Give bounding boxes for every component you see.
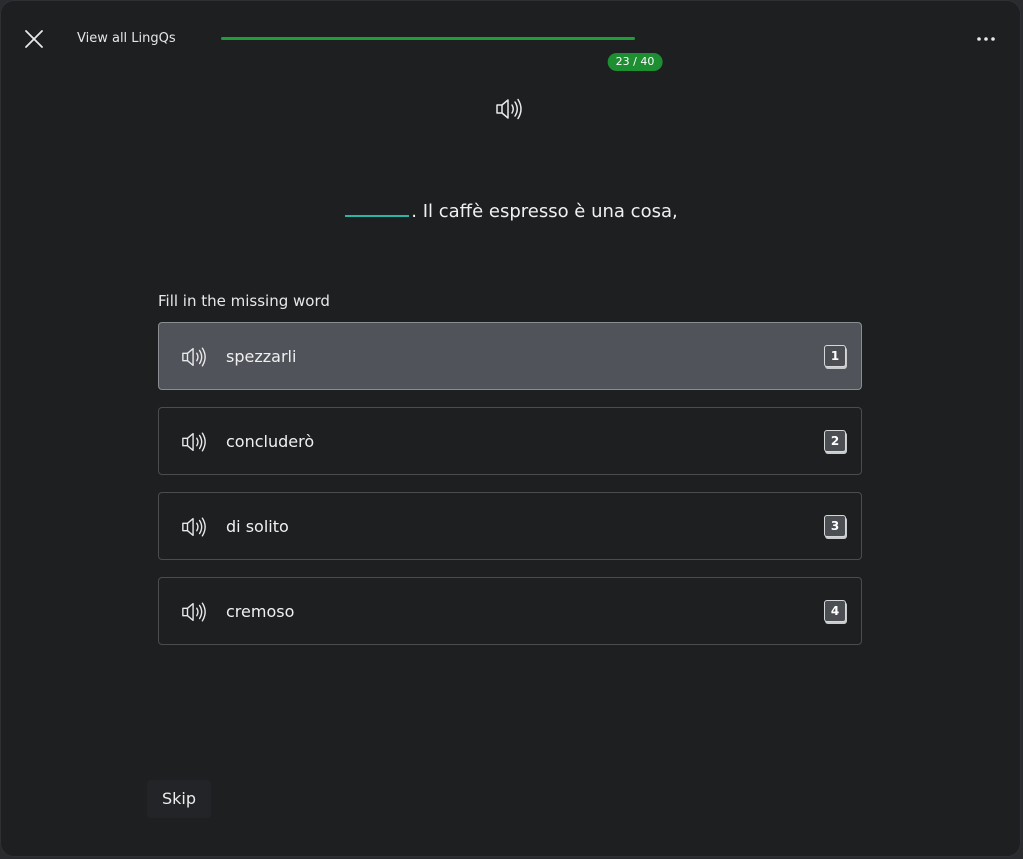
skip-button[interactable]: Skip <box>147 780 211 818</box>
option-word: concluderò <box>226 432 315 451</box>
option-audio-button[interactable] <box>179 599 209 625</box>
progress-fill <box>221 37 635 40</box>
answer-option-3[interactable]: di solito 3 <box>158 492 862 560</box>
close-icon <box>25 30 43 48</box>
missing-word-blank <box>345 199 410 217</box>
option-word: spezzarli <box>226 347 297 366</box>
shortcut-key: 4 <box>824 600 846 622</box>
speaker-icon <box>182 347 206 367</box>
answer-option-4[interactable]: cremoso 4 <box>158 577 862 645</box>
shortcut-key: 1 <box>824 345 846 367</box>
speaker-icon <box>496 98 522 120</box>
progress-bar <box>221 37 941 40</box>
more-horizontal-icon <box>977 37 995 41</box>
speaker-icon <box>182 517 206 537</box>
sentence-audio-button[interactable] <box>493 95 525 123</box>
option-audio-button[interactable] <box>179 429 209 455</box>
option-word: cremoso <box>226 602 295 621</box>
progress-badge: 23 / 40 <box>607 53 663 71</box>
more-options-button[interactable] <box>971 29 1001 49</box>
speaker-icon <box>182 602 206 622</box>
answer-option-2[interactable]: concluderò 2 <box>158 407 862 475</box>
shortcut-key: 3 <box>824 515 846 537</box>
prompt-label: Fill in the missing word <box>158 292 330 310</box>
shortcut-key: 2 <box>824 430 846 452</box>
close-button[interactable] <box>21 26 47 52</box>
option-word: di solito <box>226 517 289 536</box>
answer-options: spezzarli 1 concluderò 2 di solito 3 cre… <box>158 322 862 662</box>
cloze-sentence: . Il caffè espresso è una cosa, <box>1 199 1020 222</box>
review-window: View all LingQs 23 / 40 . Il caffè espre… <box>0 0 1021 857</box>
option-audio-button[interactable] <box>179 514 209 540</box>
answer-option-1[interactable]: spezzarli 1 <box>158 322 862 390</box>
view-all-lingqs-link[interactable]: View all LingQs <box>77 31 176 46</box>
option-audio-button[interactable] <box>179 344 209 370</box>
speaker-icon <box>182 432 206 452</box>
sentence-text: . Il caffè espresso è una cosa, <box>411 201 678 222</box>
